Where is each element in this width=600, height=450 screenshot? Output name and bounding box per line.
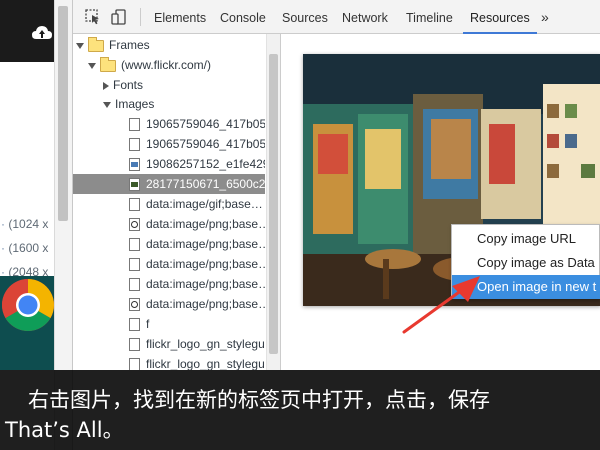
tree-file-item[interactable]: data:image/gif;base… (73, 194, 265, 214)
tree-file-item[interactable]: data:image/png;base… (73, 274, 265, 294)
tree-scrollbar-thumb[interactable] (269, 54, 278, 354)
cloud-upload-icon[interactable] (32, 24, 52, 42)
chrome-logo-icon[interactable] (1, 278, 55, 332)
file-icon (129, 338, 140, 352)
tab-elements[interactable]: Elements (154, 0, 206, 34)
folder-icon (100, 56, 116, 72)
tab-sources[interactable]: Sources (282, 0, 328, 34)
tree-file-label: data:image/png;base… (146, 217, 265, 231)
tree-file-label: flickr_logo_gn_stylegu (146, 357, 265, 370)
caption-line-1: 右击图片，找到在新的标签页中打开，点击，保存 (28, 388, 490, 412)
tab-console[interactable]: Console (220, 0, 266, 34)
tree-item-site[interactable]: (www.flickr.com/) (73, 55, 265, 75)
tree-file-label: data:image/png;base… (146, 297, 265, 311)
tree-file-item[interactable]: 28177150671_6500c2 (73, 174, 265, 194)
caption-line-2: That’s All。 (5, 418, 124, 442)
tab-network[interactable]: Network (342, 0, 388, 34)
expanded-arrow-icon[interactable] (76, 42, 84, 49)
tab-resources[interactable]: Resources (463, 0, 537, 34)
caption-bar: 右击图片，找到在新的标签页中打开，点击，保存 That’s All。 (0, 370, 600, 450)
tree-file-item[interactable]: flickr_logo_gn_stylegu (73, 334, 265, 354)
file-icon (129, 118, 140, 132)
tree-file-item[interactable]: 19065759046_417b05 (73, 134, 265, 154)
file-icon (129, 318, 140, 332)
file-icon (129, 258, 140, 272)
file-icon (129, 358, 140, 370)
tree-file-label: 28177150671_6500c2 (146, 177, 265, 191)
tree-item-frames[interactable]: Frames (73, 35, 265, 55)
tree-file-item[interactable]: data:image/png;base… (73, 214, 265, 234)
page-scrollbar-thumb[interactable] (58, 6, 68, 221)
resolution-item[interactable]: · (1600 x (0, 236, 54, 260)
tree-file-label: 19065759046_417b05 (146, 137, 265, 151)
tree-file-item[interactable]: data:image/png;base… (73, 234, 265, 254)
tree-file-item[interactable]: flickr_logo_gn_stylegu (73, 354, 265, 370)
tree-file-label: data:image/png;base… (146, 257, 265, 271)
resolution-list: · (1024 x · (1600 x · (2048 x (0, 212, 54, 284)
file-icon (129, 198, 140, 212)
tab-timeline[interactable]: Timeline (406, 0, 453, 34)
devtools-toolbar: Elements Console Sources Network Timelin… (73, 0, 600, 34)
search-file-icon (129, 218, 140, 232)
tree-file-item[interactable]: data:image/png;base… (73, 294, 265, 314)
tree-file-label: data:image/png;base… (146, 277, 265, 291)
device-mode-icon[interactable] (111, 9, 127, 25)
tree-file-label: 19086257152_e1fe429 (146, 157, 265, 171)
tree-file-label: data:image/gif;base… (146, 197, 263, 211)
tree-file-label: 19065759046_417b05 (146, 117, 265, 131)
tree-file-label: f (146, 317, 150, 331)
resources-tree: Frames (www.flickr.com/) Fonts Images 19… (73, 34, 281, 370)
toolbar-divider (140, 8, 141, 26)
expanded-arrow-icon[interactable] (88, 62, 96, 69)
more-tabs-button[interactable]: » (541, 0, 549, 34)
file-icon (129, 138, 140, 152)
tree-file-item[interactable]: 19065759046_417b05 (73, 114, 265, 134)
tree-item-fonts[interactable]: Fonts (73, 75, 265, 95)
file-icon (129, 278, 140, 292)
file-icon (129, 238, 140, 252)
image-icon (129, 178, 140, 192)
search-file-icon (129, 298, 140, 312)
collapsed-arrow-icon[interactable] (103, 81, 109, 90)
tree-file-label: data:image/png;base… (146, 237, 265, 251)
tree-file-label: flickr_logo_gn_stylegu (146, 337, 265, 351)
tree-file-item[interactable]: 19086257152_e1fe429 (73, 154, 265, 174)
image-icon (129, 158, 140, 172)
tree-file-item[interactable]: f (73, 314, 265, 334)
expanded-arrow-icon[interactable] (103, 101, 111, 108)
tree-item-images[interactable]: Images (73, 94, 265, 114)
folder-icon (88, 36, 104, 52)
inspect-element-icon[interactable] (85, 9, 101, 25)
menu-item-copy-image-url[interactable]: Copy image URL (452, 227, 600, 251)
pointer-arrow-icon (402, 276, 480, 334)
tree-file-item[interactable]: data:image/png;base… (73, 254, 265, 274)
resolution-item[interactable]: · (1024 x (0, 212, 54, 236)
